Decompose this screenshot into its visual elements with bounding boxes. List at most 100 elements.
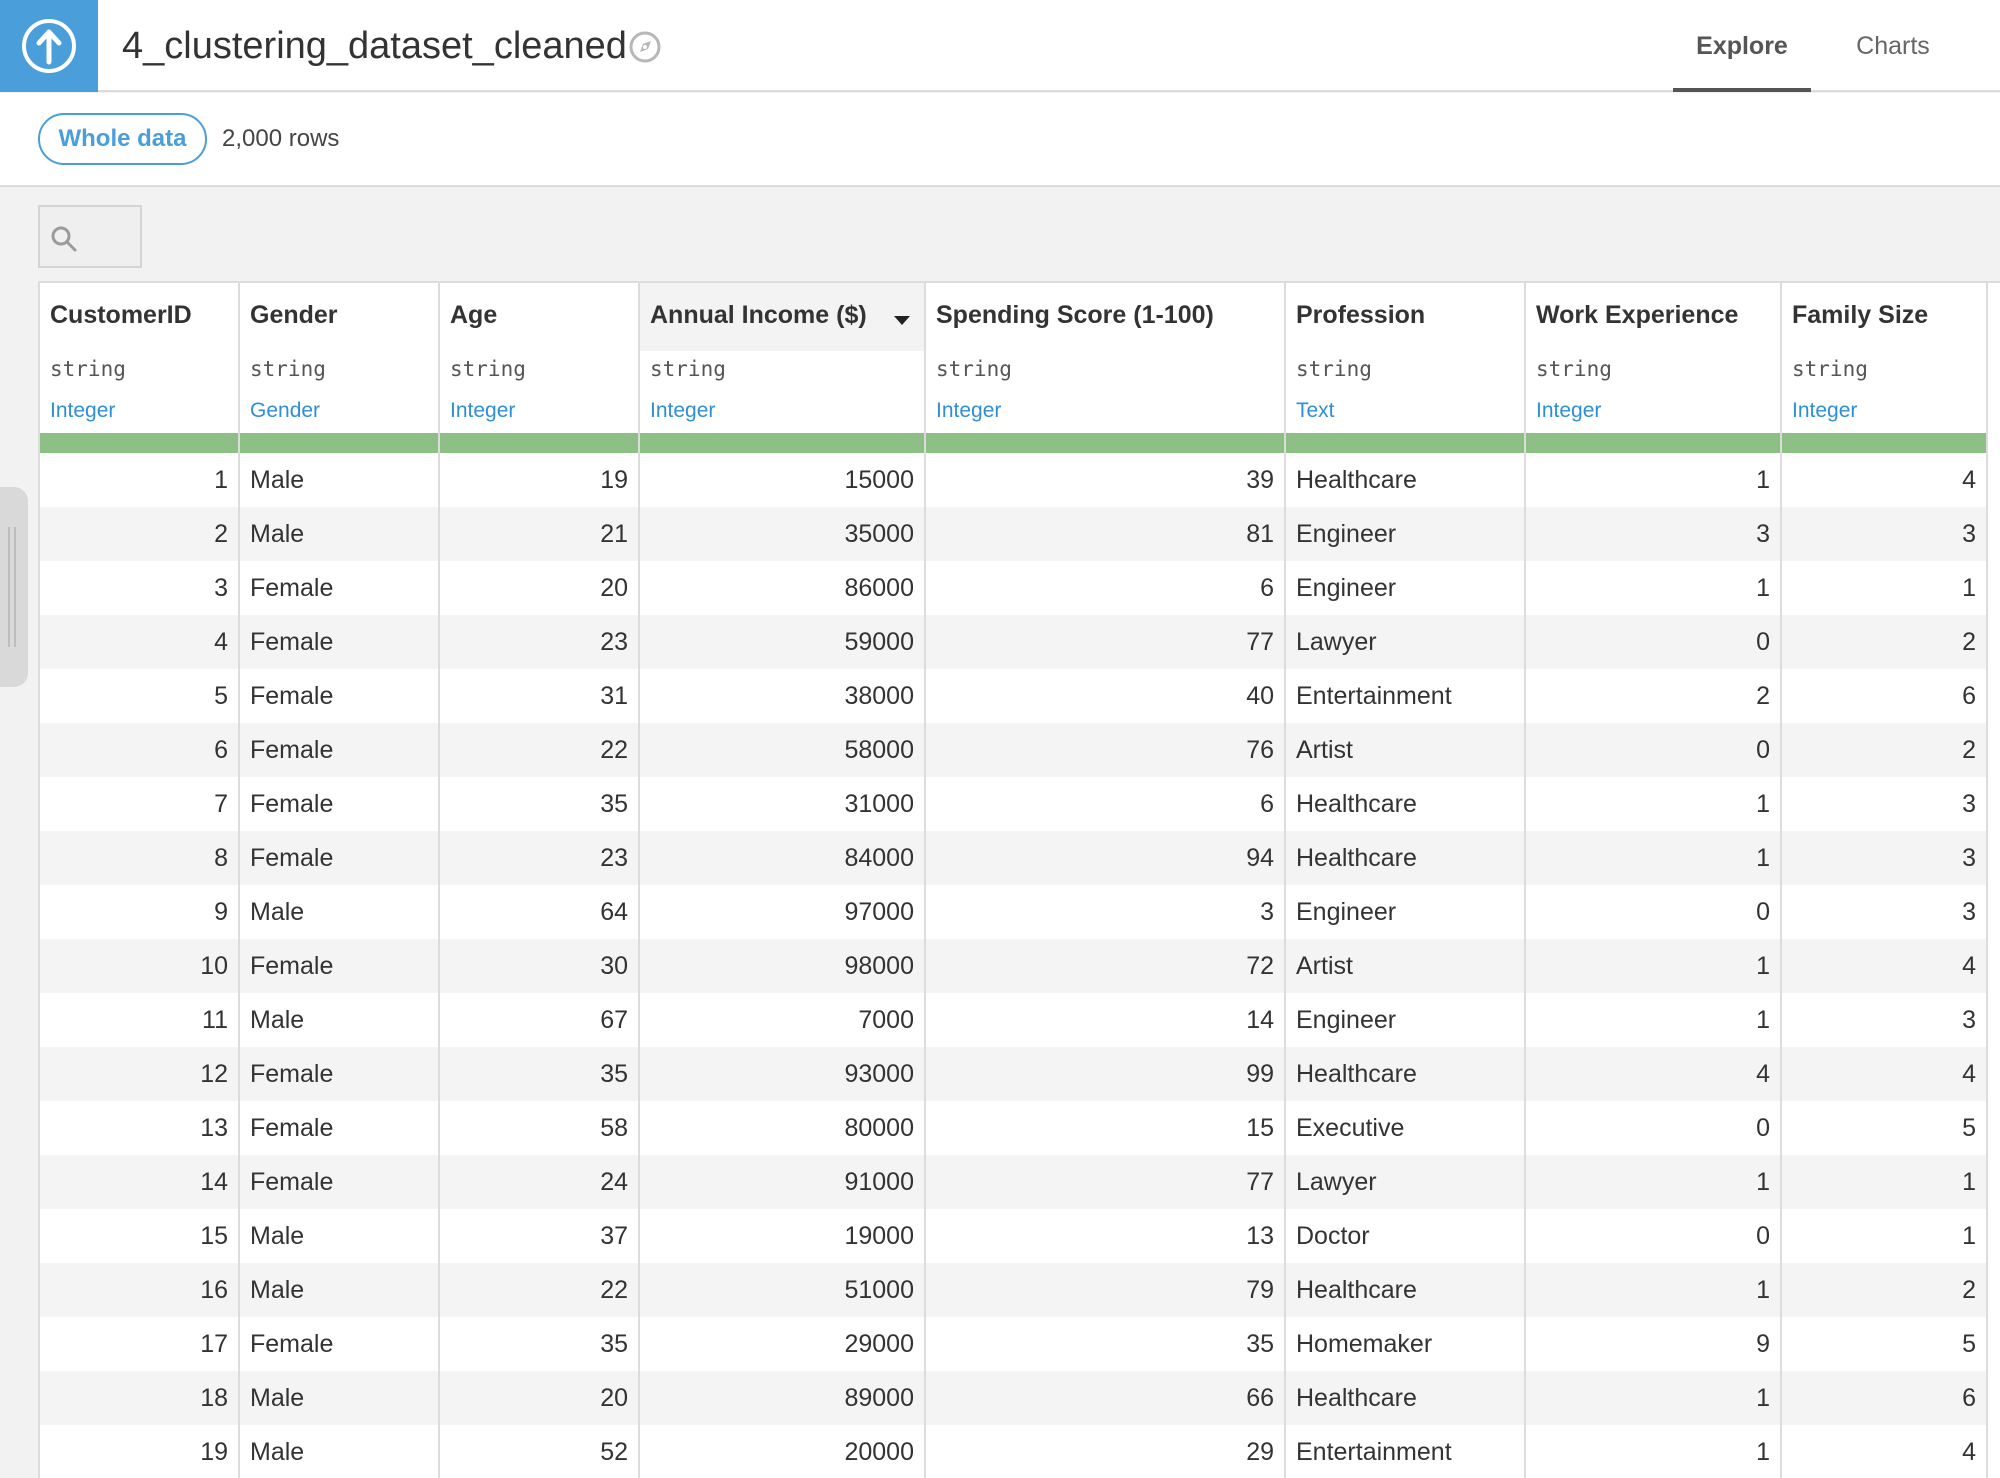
column-quality-bar[interactable] (1286, 433, 1524, 453)
table-cell[interactable]: 3 (1782, 777, 1986, 831)
column-meaning[interactable]: Integer (1536, 399, 1601, 423)
table-cell[interactable]: 5 (40, 669, 238, 723)
table-cell[interactable]: 3 (1782, 993, 1986, 1047)
table-cell[interactable]: 4 (1526, 1047, 1780, 1101)
table-cell[interactable]: Artist (1286, 723, 1524, 777)
column-meaning[interactable]: Integer (650, 399, 715, 423)
table-cell[interactable]: Male (240, 507, 438, 561)
table-cell[interactable]: 1 (1782, 561, 1986, 615)
column-name[interactable]: Annual Income ($) (650, 301, 867, 330)
table-cell[interactable]: Female (240, 1155, 438, 1209)
column-meaning[interactable]: Integer (1792, 399, 1857, 423)
table-cell[interactable]: 0 (1526, 885, 1780, 939)
column-meaning[interactable]: Integer (50, 399, 115, 423)
table-cell[interactable]: Male (240, 993, 438, 1047)
table-cell[interactable]: 17 (40, 1317, 238, 1371)
table-cell[interactable]: 59000 (640, 615, 924, 669)
table-cell[interactable]: 84000 (640, 831, 924, 885)
table-cell[interactable]: 5 (1782, 1101, 1986, 1155)
table-cell[interactable]: 0 (1526, 1101, 1780, 1155)
column-quality-bar[interactable] (1782, 433, 1986, 453)
table-cell[interactable]: 1 (40, 453, 238, 507)
table-cell[interactable]: Female (240, 777, 438, 831)
table-cell[interactable]: 2 (1782, 615, 1986, 669)
table-cell[interactable]: 19 (40, 1425, 238, 1478)
table-cell[interactable]: 31000 (640, 777, 924, 831)
table-cell[interactable]: 7 (40, 777, 238, 831)
table-cell[interactable]: 6 (926, 777, 1284, 831)
table-cell[interactable]: 19000 (640, 1209, 924, 1263)
table-cell[interactable]: 24 (440, 1155, 638, 1209)
table-cell[interactable]: 76 (926, 723, 1284, 777)
table-cell[interactable]: 80000 (640, 1101, 924, 1155)
search-input[interactable] (86, 215, 136, 259)
table-cell[interactable]: 2 (40, 507, 238, 561)
table-cell[interactable]: Female (240, 1101, 438, 1155)
column-header[interactable]: Gender string Gender (240, 283, 438, 433)
table-cell[interactable]: 3 (1526, 507, 1780, 561)
table-cell[interactable]: Healthcare (1286, 1263, 1524, 1317)
table-cell[interactable]: 23 (440, 831, 638, 885)
column-header[interactable]: Annual Income ($) string Integer (640, 283, 924, 433)
column-name[interactable]: CustomerID (50, 301, 192, 330)
table-cell[interactable]: 1 (1782, 1209, 1986, 1263)
table-cell[interactable]: Executive (1286, 1101, 1524, 1155)
table-cell[interactable]: 38000 (640, 669, 924, 723)
column-quality-bar[interactable] (240, 433, 438, 453)
table-cell[interactable]: 0 (1526, 615, 1780, 669)
table-cell[interactable]: 20 (440, 561, 638, 615)
table-cell[interactable]: 13 (926, 1209, 1284, 1263)
table-cell[interactable]: Doctor (1286, 1209, 1524, 1263)
table-cell[interactable]: 66 (926, 1371, 1284, 1425)
table-cell[interactable]: Female (240, 939, 438, 993)
table-cell[interactable]: Entertainment (1286, 669, 1524, 723)
table-cell[interactable]: 20000 (640, 1425, 924, 1478)
column-storage-type[interactable]: string (250, 357, 326, 381)
table-cell[interactable]: 3 (1782, 831, 1986, 885)
table-cell[interactable]: 14 (926, 993, 1284, 1047)
table-cell[interactable]: 81 (926, 507, 1284, 561)
column-quality-bar[interactable] (640, 433, 924, 453)
whole-data-button[interactable]: Whole data (38, 113, 207, 165)
table-cell[interactable]: 22 (440, 723, 638, 777)
table-cell[interactable]: Healthcare (1286, 1047, 1524, 1101)
table-cell[interactable]: Male (240, 1371, 438, 1425)
table-cell[interactable]: 35 (440, 1317, 638, 1371)
table-cell[interactable]: 86000 (640, 561, 924, 615)
table-cell[interactable]: 11 (40, 993, 238, 1047)
table-cell[interactable]: Male (240, 1209, 438, 1263)
column-header[interactable]: Profession string Text (1286, 283, 1524, 433)
column-name[interactable]: Spending Score (1-100) (936, 301, 1214, 330)
dataset-upload-icon[interactable] (0, 0, 98, 92)
table-cell[interactable]: 67 (440, 993, 638, 1047)
column-storage-type[interactable]: string (1536, 357, 1612, 381)
table-cell[interactable]: Homemaker (1286, 1317, 1524, 1371)
table-cell[interactable]: Female (240, 723, 438, 777)
column-quality-bar[interactable] (1526, 433, 1780, 453)
table-cell[interactable]: Male (240, 1263, 438, 1317)
table-cell[interactable]: Lawyer (1286, 1155, 1524, 1209)
column-storage-type[interactable]: string (1792, 357, 1868, 381)
column-header[interactable]: Family Size string Integer (1782, 283, 1986, 433)
table-cell[interactable]: 1 (1526, 1425, 1780, 1478)
table-cell[interactable]: Healthcare (1286, 831, 1524, 885)
tab-explore[interactable]: Explore (1673, 0, 1811, 92)
table-cell[interactable]: 1 (1782, 1155, 1986, 1209)
table-cell[interactable]: 91000 (640, 1155, 924, 1209)
column-name[interactable]: Age (450, 301, 497, 330)
column-header[interactable]: Spending Score (1-100) string Integer (926, 283, 1284, 433)
table-cell[interactable]: 2 (1782, 723, 1986, 777)
table-cell[interactable]: Lawyer (1286, 615, 1524, 669)
dataset-title[interactable]: 4_clustering_dataset_cleaned (122, 20, 627, 72)
table-cell[interactable]: 1 (1526, 1263, 1780, 1317)
table-cell[interactable]: 3 (40, 561, 238, 615)
table-cell[interactable]: Male (240, 1425, 438, 1478)
table-cell[interactable]: 97000 (640, 885, 924, 939)
table-cell[interactable]: 20 (440, 1371, 638, 1425)
table-cell[interactable]: 1 (1526, 561, 1780, 615)
table-cell[interactable]: 58 (440, 1101, 638, 1155)
table-cell[interactable]: Female (240, 615, 438, 669)
table-cell[interactable]: Engineer (1286, 993, 1524, 1047)
table-cell[interactable]: 51000 (640, 1263, 924, 1317)
table-cell[interactable]: 13 (40, 1101, 238, 1155)
